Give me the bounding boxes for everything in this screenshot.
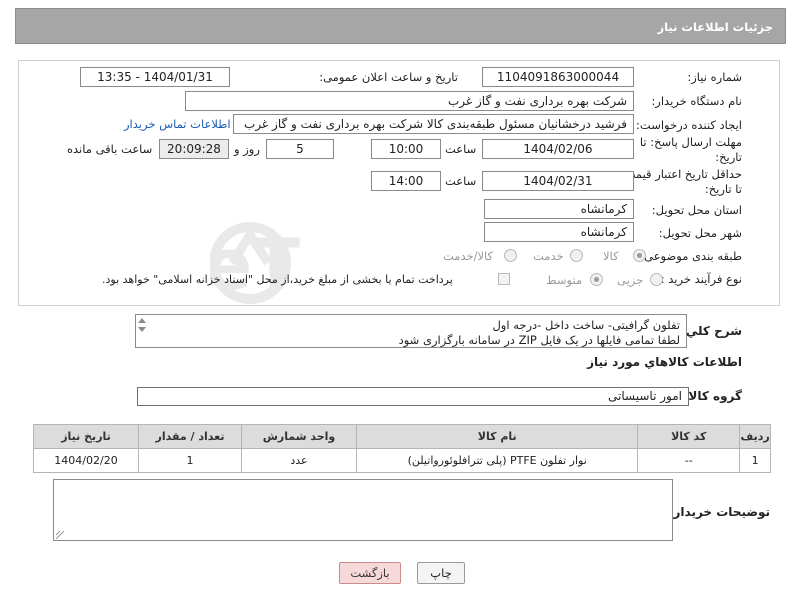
col-need-date-header: تاریخ نیاز [32,424,140,449]
page-header: جزئیات اطلاعات نیاز [15,8,786,44]
deadline-label-line2: تاریخ: [715,150,742,164]
buyer-org-field: شرکت بهره برداری نفت و گاز غرب [185,91,634,111]
need-number-label: شماره نیاز: [687,70,742,84]
col-quantity-header: تعداد / مقدار [138,424,242,449]
price-validity-time-label: ساعت [445,174,477,188]
city-field: کرمانشاه [484,222,634,242]
treasury-payment-checkbox[interactable] [498,273,510,285]
print-button[interactable]: چاپ [417,562,465,584]
need-number-field: 1104091863000044 [482,67,634,87]
buyer-notes-label: توضیحات خریدار: [668,505,770,519]
category-option-goods: کالا [603,249,619,263]
deadline-time-field: 10:00 [371,139,441,159]
price-validity-label-line2: تا تاریخ: [704,182,742,196]
description-scroll-arrows[interactable] [136,316,148,334]
description-field: تفلون گرافیتی- ساخت داخل -درجه اول لطفا … [135,314,687,348]
col-unit-header: واحد شمارش [240,424,358,449]
goods-table: ردیف کد کالا نام کالا واحد شمارش تعداد /… [32,424,771,473]
purchase-type-label: نوع فرآیند خرید : [660,272,742,286]
announce-datetime-label: تاریخ و ساعت اعلان عمومی: [319,70,458,84]
cell-need-date: 1404/02/20 [32,448,140,473]
deadline-date-field: 1404/02/06 [482,139,634,159]
province-field: کرمانشاه [484,199,634,219]
deadline-days-field: 5 [266,139,334,159]
category-option-goods-service: کالا/خدمت [443,249,494,263]
price-validity-time-field: 14:00 [371,171,441,191]
purchase-type-radio-medium[interactable] [590,273,603,286]
creator-field: فرشید درخشانیان مسئول طبقه‌بندی کالا شرک… [233,114,634,134]
resize-grip-icon[interactable] [56,531,64,539]
category-radio-service[interactable] [570,249,583,262]
deadline-label-line1: مهلت ارسال پاسخ: تا [639,135,742,149]
col-name-header: نام کالا [356,424,639,449]
cell-code: -- [637,448,741,473]
treasury-payment-note: پرداخت تمام یا بخشی از مبلغ خرید،از محل … [102,273,453,286]
purchase-type-option-medium: متوسط [546,273,583,287]
cell-unit: عدد [240,448,358,473]
purchase-type-radio-minor[interactable] [650,273,663,286]
category-option-service: خدمت [533,249,564,263]
col-code-header: کد کالا [637,424,741,449]
cell-quantity: 1 [138,448,242,473]
remaining-time-field: 20:09:28 [159,139,229,159]
city-label: شهر محل تحویل: [658,226,742,240]
category-radio-goods-service[interactable] [504,249,517,262]
price-validity-label-line1: حداقل تاریخ اعتبار قیمت: [620,167,742,181]
creator-label: ایجاد کننده درخواست: [636,118,742,132]
buyer-notes-field[interactable] [53,479,673,541]
remaining-time-label: ساعت باقی مانده [67,142,153,156]
cell-name: نوار تفلون PTFE (پلی تترافلوئورواتیلن) [356,448,639,473]
col-row-header: ردیف [739,424,771,449]
buyer-contact-link[interactable]: اطلاعات تماس خریدار [124,117,231,131]
page-title: جزئیات اطلاعات نیاز [657,20,773,34]
announce-datetime-field: 1404/01/31 - 13:35 [80,67,230,87]
category-radio-goods[interactable] [633,249,646,262]
back-button[interactable]: بازگشت [339,562,401,584]
goods-group-field: امور تاسیساتی [137,387,689,406]
goods-table-header: ردیف کد کالا نام کالا واحد شمارش تعداد /… [32,424,771,449]
goods-group-label: گروه کالا: [683,389,742,403]
description-line-1: تفلون گرافیتی- ساخت داخل -درجه اول [492,318,680,332]
deadline-days-label: روز و [234,142,260,156]
price-validity-date-field: 1404/02/31 [482,171,634,191]
description-line-2: لطفا تمامی فایلها در یک فایل ZIP در ساما… [398,333,680,347]
deadline-time-label: ساعت [445,142,477,156]
table-row: 1 -- نوار تفلون PTFE (پلی تترافلوئورواتی… [32,448,771,473]
cell-row: 1 [739,448,771,473]
category-label: طبقه بندی موضوعی: [640,249,742,263]
province-label: استان محل تحویل: [651,203,742,217]
purchase-type-option-minor: جزیی [617,273,644,287]
buyer-org-label: نام دستگاه خریدار: [651,94,742,108]
goods-info-title: اطلاعات کالاهاي مورد نياز [587,355,742,369]
